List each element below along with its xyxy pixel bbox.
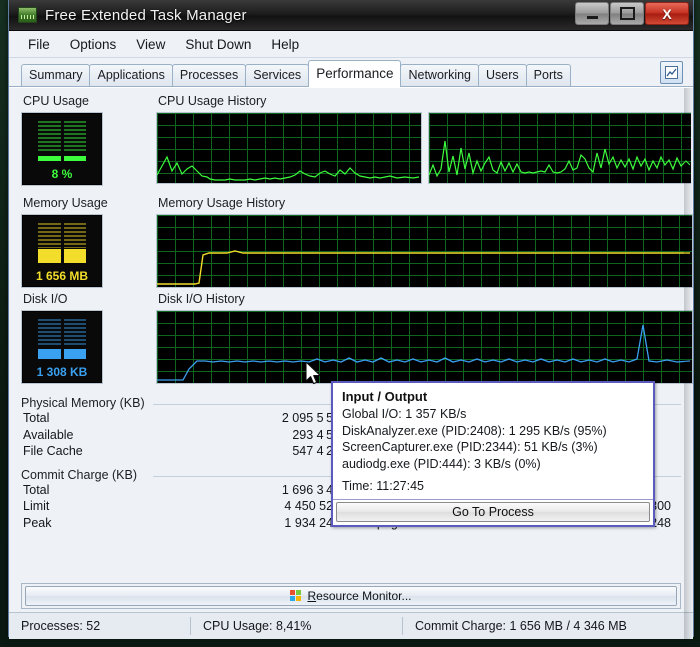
performance-page: CPU Usage CPU Usage History 8 % Memory U… [9,87,693,639]
cpu-gauge-bars [38,121,86,161]
io-tooltip-popup: Input / Output Global I/O: 1 357 KB/s Di… [331,381,655,527]
menu-help[interactable]: Help [262,34,308,55]
io-tooltip-button-wrap: Go To Process [333,499,653,525]
disk-io-label: Disk I/O [23,292,68,306]
app-graph-icon [18,7,37,23]
disk-gauge-wrap: 1 308 KB [21,310,103,384]
memory-usage-value: 1 656 MB [35,269,89,283]
cpu-usage-label: CPU Usage [23,94,89,108]
tab-networking[interactable]: Networking [400,64,480,86]
cpu-history-label: CPU Usage History [158,94,267,108]
memory-history-graph [156,214,693,288]
cpu-history-graph [156,112,691,184]
disk-history-graph [156,310,693,384]
memory-usage-label: Memory Usage [23,196,108,210]
io-tooltip-body: Input / Output Global I/O: 1 357 KB/s Di… [333,383,653,499]
commit-limit-label: Limit [23,499,50,513]
go-to-process-button[interactable]: Go To Process [336,502,650,522]
commit-peak-value: 1 934 244 [284,515,340,530]
commit-total-label: Total [23,482,50,497]
disk-history-label: Disk I/O History [158,292,245,306]
disk-io-gauge: 1 308 KB [21,310,103,384]
menu-view[interactable]: View [127,34,174,55]
memory-row: Memory Usage Memory Usage History 1 656 … [21,196,693,292]
disk-history-line [157,324,690,381]
io-process-line-3: audiodg.exe (PID:444): 3 KB/s (0%) [342,456,541,471]
windows-flag-icon [290,590,302,602]
cpu-usage-gauge: 8 % [21,112,103,186]
menu-bar: File Options View Shut Down Help [9,31,693,58]
window-controls: X [574,2,689,25]
status-commit-charge: Commit Charge: 1 656 MB / 4 346 MB [415,619,627,633]
tab-bar: Summary Applications Processes Services … [9,58,693,87]
menu-file[interactable]: File [19,34,59,55]
memory-bar-right [63,223,86,263]
status-bar: Processes: 52 CPU Usage: 8,41% Commit Ch… [9,612,693,639]
tab-applications[interactable]: Applications [89,64,173,86]
close-button[interactable]: X [645,2,689,25]
tab-services[interactable]: Services [245,64,310,86]
commit-charge-title: Commit Charge (KB) [21,467,143,482]
io-process-line-1: DiskAnalyzer.exe (PID:2408): 1 295 KB/s … [342,423,607,438]
commit-total-value: 1 696 3 48 [281,482,340,497]
physical-filecache-label: File Cache [23,444,83,458]
minimize-button[interactable] [575,2,609,25]
status-processes: Processes: 52 [9,613,191,639]
physical-memory-title: Physical Memory (KB) [21,396,151,410]
status-cpu-usage: CPU Usage: 8,41% [191,613,403,639]
memory-bar-left [38,223,61,263]
io-tooltip-time: Time: 11:27:45 [342,479,424,493]
disk-bar-left [38,319,61,359]
cpu-bar-right [63,121,86,161]
disk-row: Disk I/O Disk I/O History 1 308 KB [21,292,693,392]
physical-total-value: 2 095 5 52 [281,411,340,425]
task-manager-window: Free Extended Task Manager X File Option… [8,0,694,639]
commit-peak-label: Peak [23,515,52,530]
memory-gauge-bars [38,223,86,263]
resource-monitor-button[interactable]: Resource Monitor... [25,586,677,606]
cpu-history-line-2 [429,140,690,178]
title-bar[interactable]: Free Extended Task Manager X [9,0,693,31]
tab-users[interactable]: Users [478,64,527,86]
disk-bar-right [63,319,86,359]
desktop-background: Free Extended Task Manager X File Option… [0,0,700,647]
physical-available-label: Available [23,427,74,442]
cpu-gauge-wrap: 8 % [21,112,103,186]
resource-monitor-label: esource Monitor... [316,589,412,603]
disk-gauge-bars [38,319,86,359]
maximize-button[interactable] [610,2,644,25]
menu-options[interactable]: Options [61,34,126,55]
tab-summary[interactable]: Summary [21,64,91,86]
resource-monitor-bar: Resource Monitor... [21,583,681,609]
cpu-usage-value: 8 % [51,167,73,181]
physical-available-value: 293 4 52 [292,427,340,442]
memory-history-line [157,250,690,285]
io-global-line: Global I/O: 1 357 KB/s [342,407,467,421]
tab-ports[interactable]: Ports [525,64,571,86]
window-title: Free Extended Task Manager [45,6,247,24]
physical-filecache-value: 547 4 23 [292,444,340,458]
memory-usage-gauge: 1 656 MB [21,214,103,288]
physical-total-label: Total [23,411,50,425]
cpu-bar-left [38,121,61,161]
io-process-line-2: ScreenCapturer.exe (PID:2344): 51 KB/s (… [342,440,598,454]
mouse-cursor [305,361,324,391]
commit-limit-value: 4 450 524 [284,499,340,513]
cpu-history-line-1 [157,155,419,181]
tab-performance[interactable]: Performance [308,60,402,87]
memory-history-label: Memory Usage History [158,196,286,210]
resource-monitor-accel: R [307,589,317,603]
right-edge-shadow [684,88,693,639]
memory-gauge-wrap: 1 656 MB [21,214,103,288]
chart-tool-icon[interactable] [660,61,683,84]
cpu-row: CPU Usage CPU Usage History 8 % [21,94,691,196]
menu-shut-down[interactable]: Shut Down [176,34,260,55]
tab-processes[interactable]: Processes [171,64,247,86]
disk-io-value: 1 308 KB [36,365,88,379]
io-tooltip-title: Input / Output [342,389,428,404]
